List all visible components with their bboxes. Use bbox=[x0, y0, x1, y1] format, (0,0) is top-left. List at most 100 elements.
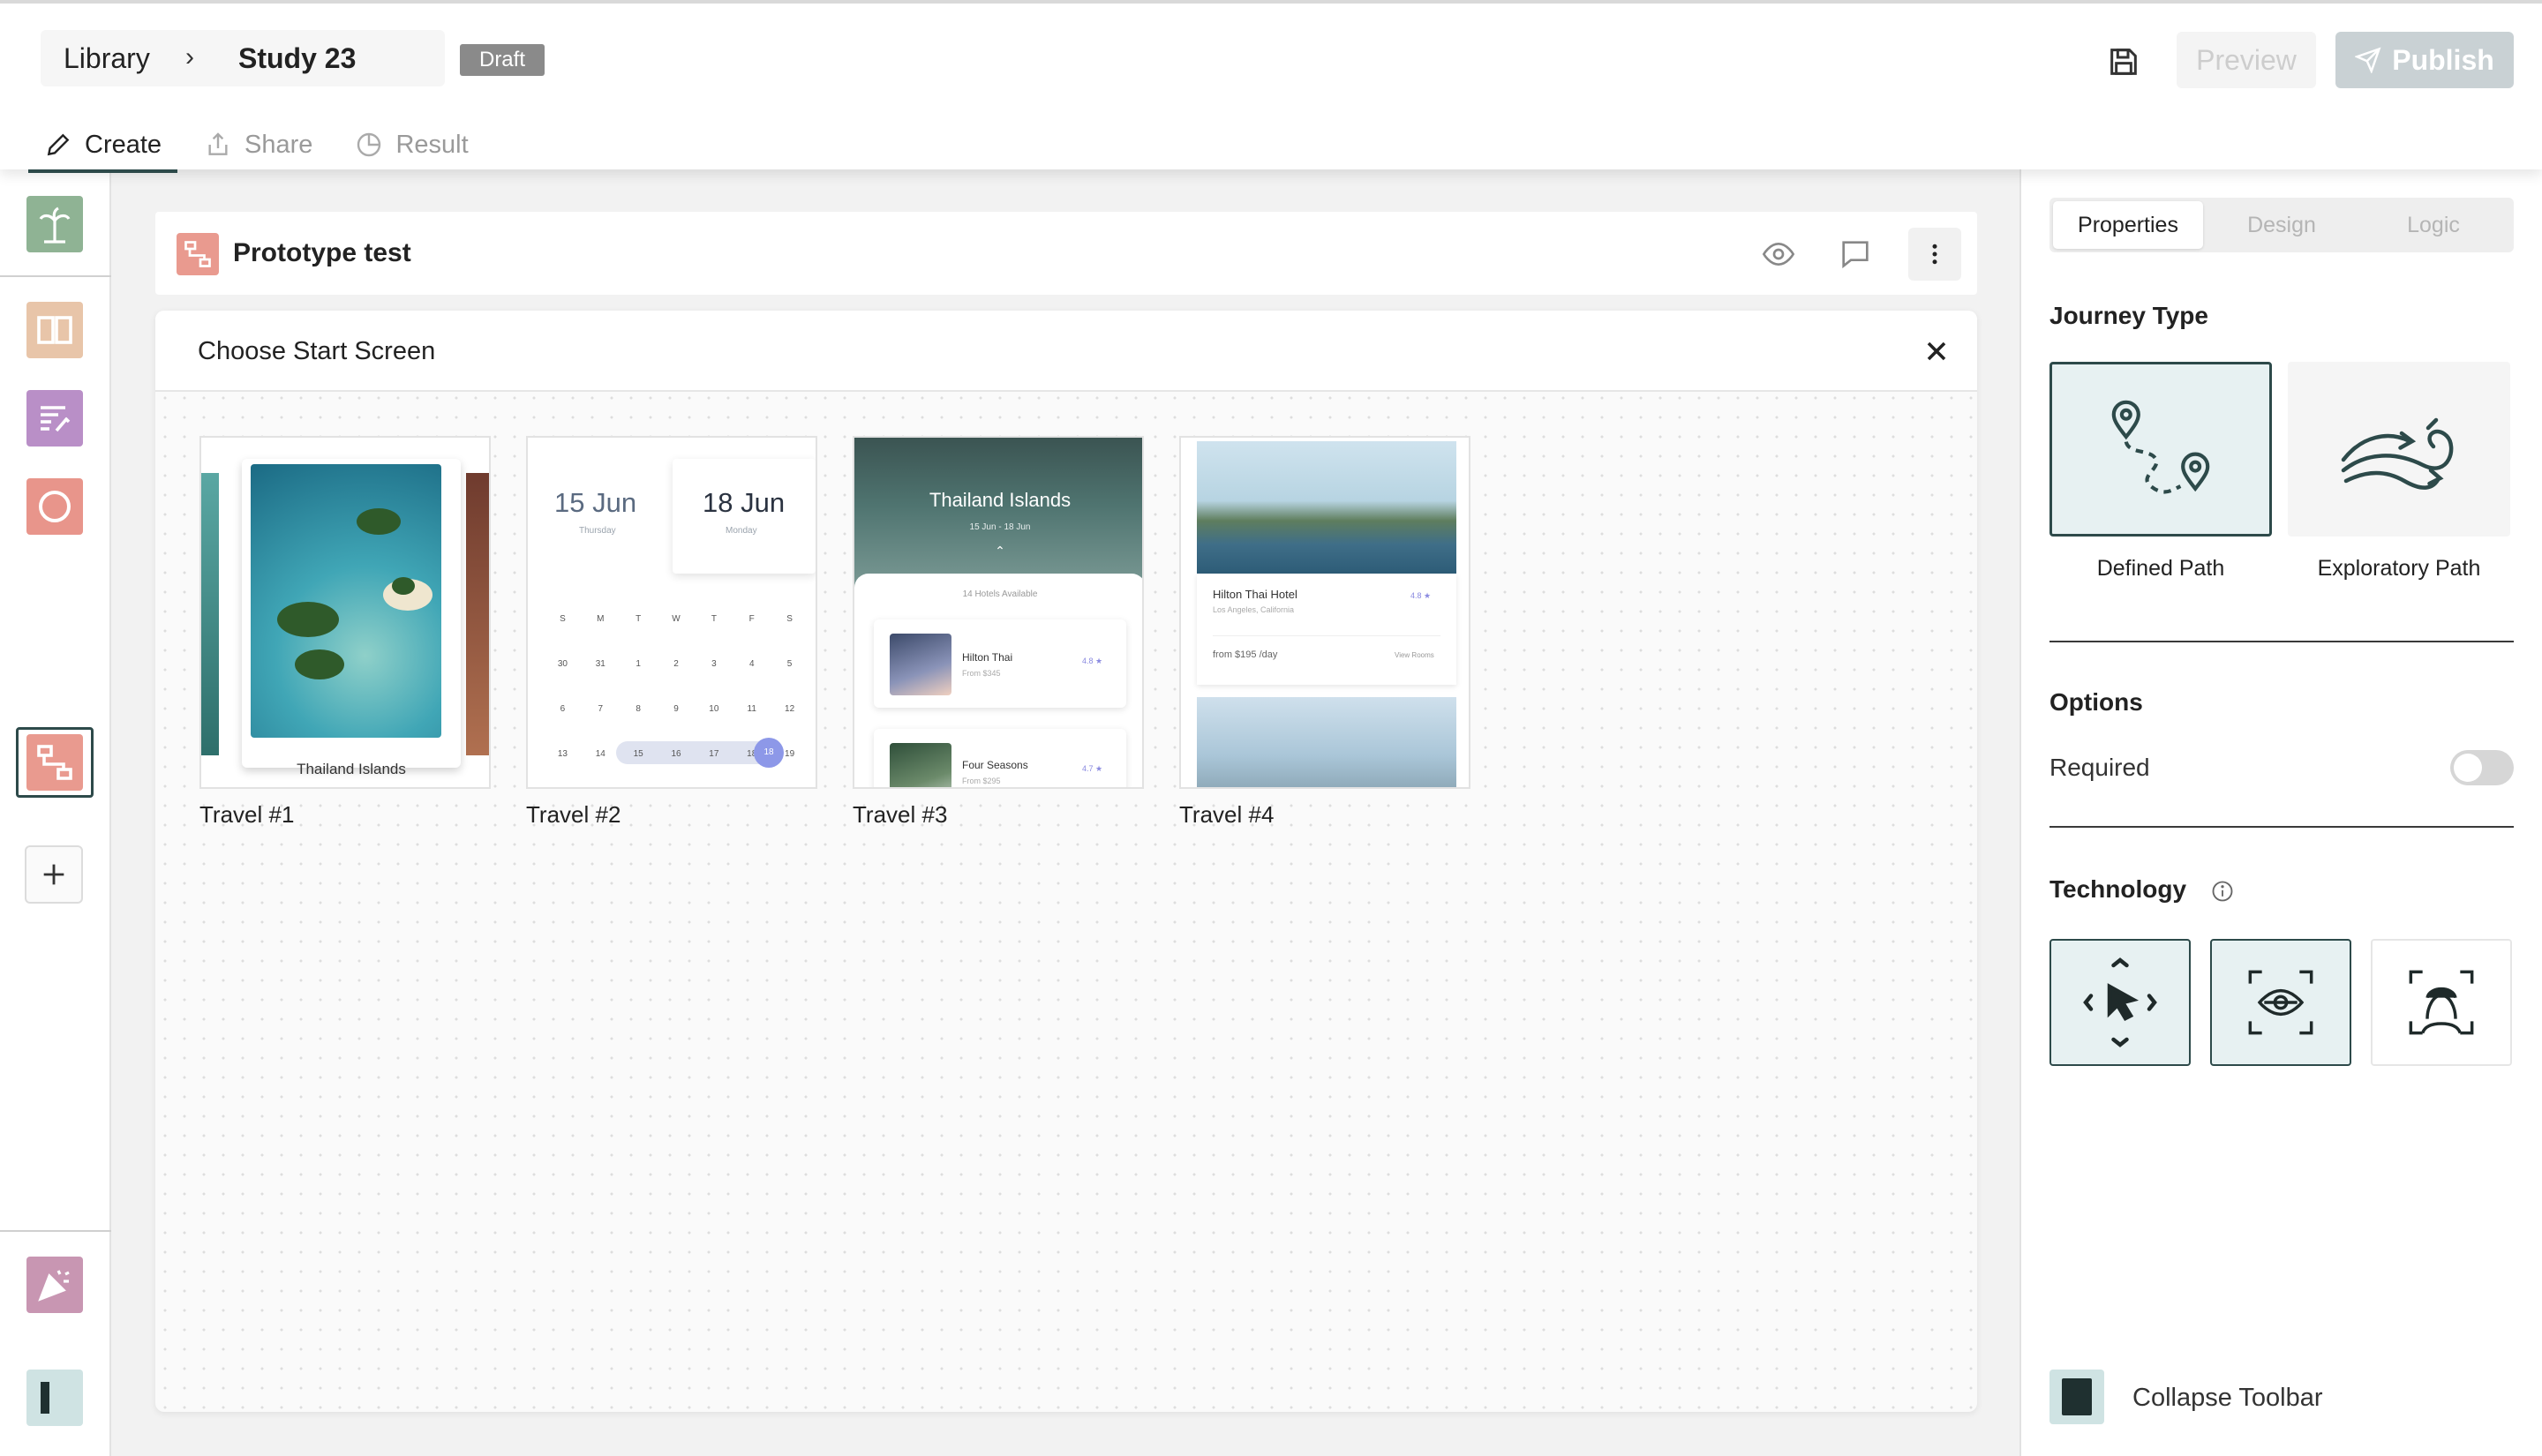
block-header bbox=[155, 212, 1977, 295]
split-block-tile[interactable] bbox=[26, 302, 83, 358]
tab-result-label: Result bbox=[395, 131, 469, 159]
comment-icon[interactable] bbox=[1838, 236, 1873, 272]
exploratory-path-icon bbox=[2341, 417, 2454, 490]
hero-title: Thailand Islands bbox=[929, 489, 1072, 511]
tab-create[interactable]: Create bbox=[28, 124, 178, 173]
thumb-side-image bbox=[466, 473, 489, 755]
screen-thumbnail-travel-2[interactable]: 15 Jun Thursday 18 Jun Monday SMTWTFS 30… bbox=[526, 436, 817, 789]
hero-dates: 15 Jun - 18 Jun bbox=[969, 522, 1031, 532]
weekday-row: SMTWTFS bbox=[560, 614, 793, 624]
date-from: 15 Jun bbox=[554, 487, 637, 518]
date-to: 18 Jun bbox=[703, 487, 786, 518]
defined-path-option[interactable] bbox=[2049, 362, 2272, 537]
screen-label: Travel #4 bbox=[1179, 801, 1275, 828]
add-block-button[interactable] bbox=[25, 845, 83, 904]
tech-face-option[interactable] bbox=[2371, 939, 2512, 1066]
save-icon[interactable] bbox=[2106, 44, 2141, 79]
preview-button[interactable]: Preview bbox=[2177, 32, 2316, 88]
hero-image bbox=[854, 438, 1142, 588]
hotel-rating: 4.8 ★ bbox=[1082, 657, 1103, 665]
tech-click-option[interactable] bbox=[2049, 939, 2191, 1066]
party-popper-icon bbox=[38, 1270, 70, 1302]
chevron-up-icon: ⌃ bbox=[995, 544, 1005, 558]
divider bbox=[1213, 635, 1440, 636]
tab-share-label: Share bbox=[244, 131, 313, 159]
main-tabs: Create Share Result bbox=[28, 124, 495, 173]
collapse-toolbar-icon[interactable] bbox=[2049, 1370, 2104, 1424]
screen-thumbnail-travel-4[interactable]: Hilton Thai Hotel Los Angeles, Californi… bbox=[1179, 436, 1470, 789]
tab-result[interactable]: Result bbox=[339, 124, 484, 173]
split-screen-icon bbox=[37, 316, 72, 344]
screen-thumbnail-travel-3[interactable]: Thailand Islands 15 Jun - 18 Jun ⌃ 14 Ho… bbox=[853, 436, 1144, 789]
flow-icon bbox=[37, 745, 72, 780]
hotel-price: from $195 /day bbox=[1213, 649, 1278, 660]
screen-label: Travel #3 bbox=[853, 801, 948, 828]
send-icon bbox=[2355, 47, 2381, 73]
tech-eye-tracking-option[interactable] bbox=[2210, 939, 2351, 1066]
prototype-block-tile[interactable] bbox=[26, 734, 83, 791]
hotel-location: Los Angeles, California bbox=[1213, 605, 1295, 614]
hotel-rating: 4.8 ★ bbox=[1410, 591, 1432, 600]
screen-label: Travel #2 bbox=[526, 801, 621, 828]
top-header: Library › Study 23 Draft Preview Publish… bbox=[0, 0, 2542, 173]
day-to: Monday bbox=[726, 526, 757, 536]
required-label: Required bbox=[2049, 754, 2150, 781]
breadcrumb-chevron-icon: › bbox=[185, 42, 194, 71]
hotel-photo bbox=[1197, 441, 1456, 574]
tab-properties[interactable]: Properties bbox=[2053, 201, 2203, 249]
technology-heading: Technology bbox=[2049, 875, 2187, 903]
welcome-block-tile[interactable] bbox=[26, 196, 83, 252]
publish-button[interactable]: Publish bbox=[2335, 32, 2514, 88]
text-block-tile[interactable] bbox=[26, 390, 83, 447]
publish-label: Publish bbox=[2392, 43, 2494, 76]
face-scan-icon bbox=[2409, 970, 2474, 1035]
hotel-photo bbox=[1197, 697, 1456, 787]
palm-tree-icon bbox=[39, 206, 71, 244]
exploratory-path-option[interactable] bbox=[2288, 362, 2510, 537]
share-icon bbox=[208, 132, 228, 155]
view-rooms-link: View Rooms bbox=[1395, 651, 1434, 659]
more-options-button[interactable] bbox=[1908, 228, 1961, 281]
island-image bbox=[251, 464, 441, 738]
study-title[interactable]: Study 23 bbox=[238, 42, 356, 75]
prototype-block-icon bbox=[177, 233, 219, 275]
hotel-photo bbox=[890, 634, 951, 695]
panel-title: Choose Start Screen bbox=[198, 337, 436, 365]
screen-thumbnail-travel-1[interactable]: Thailand Islands bbox=[199, 436, 491, 789]
hotel-name: Four Seasons bbox=[962, 759, 1028, 771]
hotel-rating: 4.7 ★ bbox=[1082, 764, 1103, 773]
tab-create-label: Create bbox=[85, 131, 162, 159]
toolbar-divider bbox=[0, 275, 111, 277]
kebab-menu-icon bbox=[1932, 244, 1937, 265]
required-toggle[interactable] bbox=[2450, 750, 2514, 785]
start-screen-panel-header: Choose Start Screen bbox=[155, 311, 1977, 392]
circle-icon bbox=[39, 491, 71, 522]
close-icon[interactable] bbox=[1921, 335, 1952, 367]
circle-block-tile[interactable] bbox=[26, 478, 83, 535]
pencil-icon bbox=[47, 133, 70, 156]
flow-icon bbox=[184, 241, 211, 267]
layout-block-tile[interactable] bbox=[26, 1370, 83, 1426]
left-toolbar bbox=[0, 169, 111, 1456]
info-icon[interactable] bbox=[2210, 879, 2235, 904]
collapse-toolbar-label[interactable]: Collapse Toolbar bbox=[2132, 1384, 2323, 1413]
tab-design[interactable]: Design bbox=[2207, 201, 2357, 249]
tab-logic[interactable]: Logic bbox=[2358, 201, 2508, 249]
eye-icon[interactable] bbox=[1758, 236, 1799, 272]
defined-path-icon bbox=[2111, 400, 2210, 494]
hotel-name: Hilton Thai bbox=[962, 651, 1013, 664]
hotels-available: 14 Hotels Available bbox=[962, 589, 1038, 599]
finish-block-tile[interactable] bbox=[26, 1257, 83, 1313]
thumb-side-image bbox=[201, 473, 219, 755]
week-row: 30 31 1 2 3 4 5 bbox=[557, 659, 793, 669]
block-title[interactable]: Prototype test bbox=[233, 238, 411, 268]
hotel-price: From $295 bbox=[962, 777, 1001, 785]
section-divider bbox=[2049, 641, 2514, 642]
section-divider bbox=[2049, 826, 2514, 828]
text-lines-icon bbox=[41, 406, 71, 432]
hotel-name: Hilton Thai Hotel bbox=[1213, 588, 1297, 601]
sidebar-icon bbox=[41, 1382, 49, 1414]
breadcrumb-library-link[interactable]: Library bbox=[64, 42, 150, 75]
tab-share[interactable]: Share bbox=[188, 124, 328, 173]
status-badge: Draft bbox=[460, 44, 545, 76]
